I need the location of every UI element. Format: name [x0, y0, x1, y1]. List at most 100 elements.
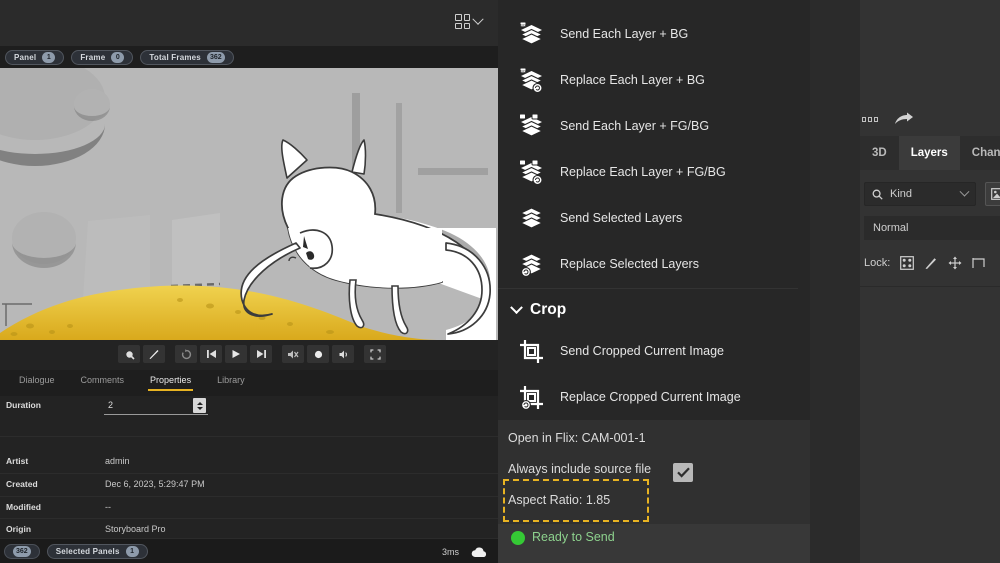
layer-filter-dropdown[interactable]: Kind — [864, 182, 976, 206]
layer-lock-row: Lock: — [864, 252, 1000, 274]
menu-item-label: Send Cropped Current Image — [560, 344, 724, 358]
property-label-origin: Origin — [6, 524, 32, 534]
photoshop-tabstrip: 3D Layers Chann — [860, 136, 1000, 170]
menu-item-send-cropped-current-image[interactable]: Send Cropped Current Image — [498, 328, 798, 374]
mute-sound-button[interactable] — [282, 345, 304, 363]
grid-view-icon — [455, 14, 470, 29]
flix-menu-scroll-area: BG Send Each Layer + BG BG Replace Each … — [498, 0, 810, 420]
next-frame-button[interactable] — [250, 345, 272, 363]
previous-frame-button[interactable] — [200, 345, 222, 363]
fullscreen-button[interactable] — [364, 345, 386, 363]
svg-text:BG: BG — [520, 68, 526, 73]
tab-dialogue[interactable]: Dialogue — [6, 370, 68, 391]
menu-item-send-each-layer-bg[interactable]: BG Send Each Layer + BG — [498, 11, 798, 57]
loop-button[interactable] — [175, 345, 197, 363]
properties-tabstrip: Dialogue Comments Properties Library — [0, 370, 498, 396]
section-header-crop[interactable]: Crop — [498, 293, 798, 327]
tab-3d[interactable]: 3D — [860, 136, 899, 170]
badge-frame-count-value: 362 — [13, 545, 31, 557]
menu-item-label: Send Selected Layers — [560, 211, 683, 225]
badge-frame-count[interactable]: 362 — [4, 543, 40, 559]
photoshop-panel-toolrow — [862, 108, 1000, 130]
menu-item-label: Replace Selected Layers — [560, 257, 699, 271]
chevron-down-icon — [472, 13, 484, 25]
app-window: Panel 1 Frame 0 Total Frames 362 Dialogu… — [0, 0, 1000, 563]
tab-library[interactable]: Library — [204, 370, 258, 391]
badge-panel-value: 1 — [42, 51, 56, 63]
property-row-origin: Origin Storyboard Pro — [0, 524, 498, 534]
menu-item-label: Replace Each Layer + BG — [560, 73, 705, 87]
always-include-source-label: Always include source file — [508, 462, 652, 476]
record-button[interactable] — [307, 345, 329, 363]
property-row-artist: Artist admin — [0, 456, 498, 466]
duration-stepper[interactable] — [193, 398, 206, 413]
statusbar-right-group: 3ms — [442, 539, 488, 563]
property-value-artist: admin — [105, 456, 130, 466]
tab-channels[interactable]: Chann — [959, 136, 1000, 170]
row-divider — [0, 436, 498, 437]
menu-item-label: Replace Each Layer + FG/BG — [560, 165, 726, 179]
badge-selected-panels-value: 1 — [125, 545, 139, 557]
menu-item-send-selected-layers[interactable]: Send Selected Layers — [498, 195, 798, 241]
move-icon[interactable] — [947, 256, 962, 271]
photoshop-panel-gutter — [810, 0, 860, 563]
grid-view-menu-button[interactable] — [455, 13, 484, 29]
cloud-icon[interactable] — [471, 546, 488, 558]
lock-label: Lock: — [864, 257, 891, 269]
artboard-icon[interactable] — [971, 256, 986, 271]
menu-item-replace-selected-layers[interactable]: Replace Selected Layers — [498, 241, 798, 287]
badge-panel[interactable]: Panel 1 — [5, 49, 65, 65]
layers-replace-selected-icon — [518, 251, 545, 278]
blend-mode-value: Normal — [873, 222, 909, 234]
crop-send-icon — [518, 338, 545, 365]
always-include-source-checkbox[interactable] — [673, 463, 693, 482]
transparent-pixels-icon[interactable] — [899, 256, 914, 271]
pointer-tool[interactable] — [118, 345, 140, 363]
property-label-duration: Duration — [6, 400, 41, 410]
tab-layers[interactable]: Layers — [898, 136, 960, 170]
layers-send-fgbg-icon — [518, 113, 545, 140]
menu-item-replace-each-layer-fgbg[interactable]: Replace Each Layer + FG/BG — [498, 149, 798, 195]
badge-selected-panels[interactable]: Selected Panels 1 — [46, 543, 148, 559]
open-in-flix-label[interactable]: Open in Flix: CAM-001-1 — [508, 431, 646, 445]
panel-menu-icon[interactable] — [862, 116, 878, 122]
layers-replace-icon: BG — [518, 67, 545, 94]
badge-selected-panels-label: Selected Panels — [55, 546, 120, 556]
badge-frame-label: Frame — [80, 52, 106, 62]
storyboard-statusbar: 362 Selected Panels 1 3ms — [0, 538, 498, 563]
menu-item-label: Replace Cropped Current Image — [560, 390, 741, 404]
property-label-modified: Modified — [6, 502, 41, 512]
property-value-created: Dec 6, 2023, 5:29:47 PM — [105, 479, 205, 489]
section-divider — [498, 288, 798, 289]
property-value-origin: Storyboard Pro — [105, 524, 166, 534]
property-label-artist: Artist — [6, 456, 29, 466]
layer-thumbnail-toggle[interactable] — [985, 182, 1000, 206]
chevron-down-icon — [510, 300, 523, 314]
storyboard-canvas[interactable] — [0, 68, 498, 340]
menu-item-label: Send Each Layer + BG — [560, 27, 689, 41]
crop-replace-icon — [518, 384, 545, 411]
status-indicator-dot — [511, 531, 525, 545]
paintbrush-icon[interactable] — [923, 256, 938, 271]
property-row-duration: Duration — [0, 400, 498, 410]
menu-item-replace-each-layer-bg[interactable]: BG Replace Each Layer + BG — [498, 57, 798, 103]
duration-input[interactable]: 2 — [104, 397, 208, 415]
search-icon — [872, 189, 883, 200]
panel-artwork — [0, 68, 498, 340]
check-icon — [676, 467, 690, 478]
blend-mode-dropdown[interactable]: Normal — [864, 216, 1000, 240]
status-text: Ready to Send — [532, 530, 615, 544]
badge-frame[interactable]: Frame 0 — [71, 49, 134, 65]
brush-tool[interactable] — [143, 345, 165, 363]
tab-comments[interactable]: Comments — [68, 370, 138, 391]
menu-item-replace-cropped-current-image[interactable]: Replace Cropped Current Image — [498, 374, 798, 420]
play-button[interactable] — [225, 345, 247, 363]
badge-total-frames[interactable]: Total Frames 362 — [140, 49, 234, 65]
share-arrow-icon[interactable] — [894, 112, 914, 126]
badge-total-frames-value: 362 — [206, 51, 225, 63]
panel-badge-row: Panel 1 Frame 0 Total Frames 362 — [0, 46, 498, 68]
volume-button[interactable] — [332, 345, 354, 363]
tab-properties[interactable]: Properties — [137, 370, 204, 391]
image-thumb-icon — [990, 188, 1000, 200]
menu-item-send-each-layer-fgbg[interactable]: Send Each Layer + FG/BG — [498, 103, 798, 149]
